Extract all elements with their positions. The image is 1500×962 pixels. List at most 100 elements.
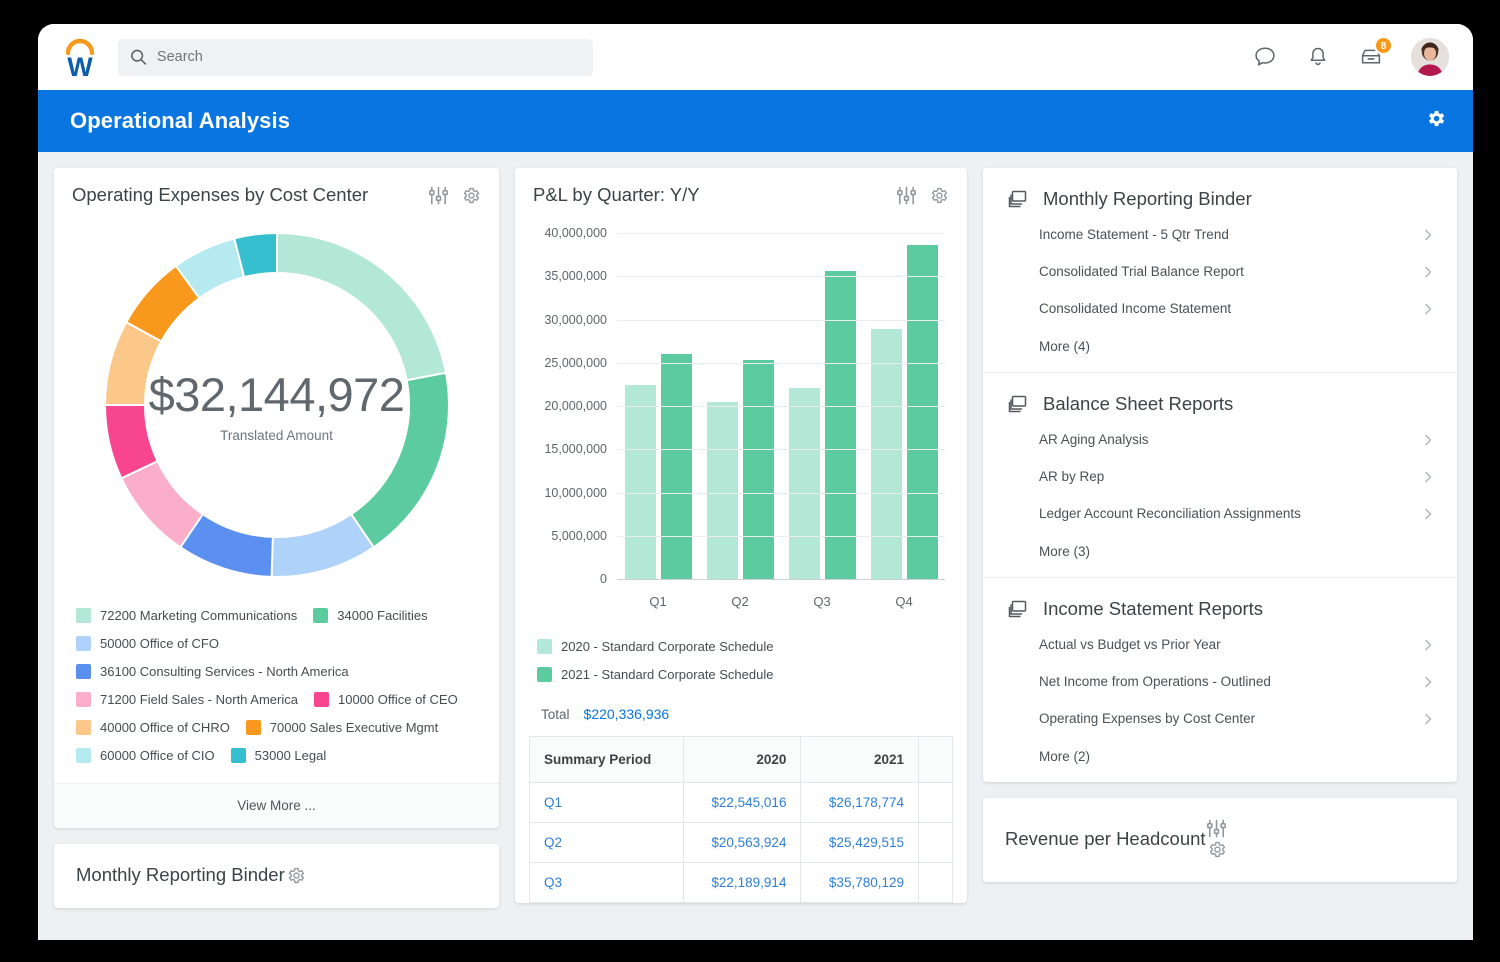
binder-item[interactable]: Consolidated Trial Balance Report [983, 253, 1457, 290]
y-axis-tick-label: 0 [600, 572, 607, 586]
legend-label: 40000 Office of CHRO [100, 720, 230, 735]
legend-swatch [313, 608, 328, 623]
binder-item[interactable]: Ledger Account Reconciliation Assignment… [983, 495, 1457, 532]
binder-section: Income Statement ReportsActual vs Budget… [983, 577, 1457, 782]
view-more-link[interactable]: View More ... [54, 783, 499, 828]
workday-logo[interactable]: W [58, 34, 102, 80]
legend-item[interactable]: 34000 Facilities [313, 608, 427, 623]
revenue-card-tools [1206, 818, 1227, 860]
bar[interactable] [907, 245, 938, 580]
binder-icon [1007, 598, 1029, 620]
bar[interactable] [825, 271, 856, 580]
binder-item[interactable]: Consolidated Income Statement [983, 290, 1457, 327]
bar[interactable] [707, 402, 738, 580]
binder-more-link[interactable]: More (4) [983, 327, 1457, 362]
summary-table-cell[interactable]: $25,429,515 [801, 823, 919, 863]
summary-table-cell[interactable]: Q2 [530, 823, 684, 863]
legend-item[interactable]: 2021 - Standard Corporate Schedule [537, 667, 773, 682]
legend-row: 2021 - Standard Corporate Schedule [537, 660, 967, 688]
report-binders-card: Monthly Reporting BinderIncome Statement… [983, 168, 1457, 782]
legend-item[interactable]: 60000 Office of CIO [76, 748, 215, 763]
page-settings-gear-icon[interactable] [1424, 107, 1447, 135]
donut-segment[interactable] [277, 233, 446, 380]
legend-item[interactable]: 2020 - Standard Corporate Schedule [537, 639, 773, 654]
legend-swatch [246, 720, 261, 735]
search-input[interactable] [157, 49, 581, 65]
sliders-icon[interactable] [896, 185, 917, 206]
legend-swatch [76, 636, 91, 651]
legend-item[interactable]: 70000 Sales Executive Mgmt [246, 720, 438, 735]
binder-item[interactable]: AR by Rep [983, 458, 1457, 495]
binder-item[interactable]: Operating Expenses by Cost Center [983, 700, 1457, 737]
summary-table-cell[interactable]: $22,189,914 [683, 863, 801, 903]
sliders-icon[interactable] [428, 185, 449, 206]
legend-label: 72200 Marketing Communications [100, 608, 297, 623]
legend-item[interactable]: 71200 Field Sales - North America [76, 692, 298, 707]
summary-table-wrap: Summary Period20202021 Q1$22,545,016$26,… [529, 736, 953, 903]
donut-chart: $32,144,972 Translated Amount [54, 212, 499, 597]
summary-table-body: Q1$22,545,016$26,178,774 Q2$20,563,924$25… [530, 783, 953, 903]
binder-more-link[interactable]: More (3) [983, 532, 1457, 567]
summary-table-cell[interactable]: $20,563,924 [683, 823, 801, 863]
right-column: Monthly Reporting BinderIncome Statement… [983, 168, 1457, 940]
left-column: Operating Expenses by Cost Center [54, 168, 499, 940]
table-row: Q3$22,189,914$35,780,129 [530, 863, 953, 903]
binder-section: Monthly Reporting BinderIncome Statement… [983, 168, 1457, 372]
legend-item[interactable]: 36100 Consulting Services - North Americ… [76, 664, 349, 679]
donut-segment[interactable] [351, 372, 449, 546]
donut-segment[interactable] [271, 514, 373, 577]
y-axis-tick-label: 20,000,000 [544, 399, 607, 413]
legend-label: 53000 Legal [255, 748, 327, 763]
legend-swatch [76, 748, 91, 763]
card-tools [428, 185, 481, 206]
chevron-right-icon [1421, 433, 1435, 447]
bar-group: Q3 [781, 234, 863, 580]
binder-more-link[interactable]: More (2) [983, 737, 1457, 772]
operating-expenses-title: Operating Expenses by Cost Center [72, 184, 368, 206]
donut-legend: 72200 Marketing Communications 34000 Faci… [54, 597, 499, 783]
summary-table-cell[interactable]: Q3 [530, 863, 684, 903]
bar[interactable] [789, 388, 820, 580]
legend-row: 71200 Field Sales - North America 10000 O… [76, 685, 479, 713]
binder-item[interactable]: Income Statement - 5 Qtr Trend [983, 216, 1457, 253]
bar-chart-legend: 2020 - Standard Corporate Schedule 2021 -… [515, 626, 967, 688]
gear-icon[interactable] [928, 185, 949, 206]
pl-card-header: P&L by Quarter: Y/Y [515, 168, 967, 212]
gear-icon[interactable] [460, 185, 481, 206]
legend-row: 2020 - Standard Corporate Schedule [537, 632, 967, 660]
bell-icon[interactable] [1305, 44, 1331, 70]
legend-swatch [231, 748, 246, 763]
sliders-icon[interactable] [1206, 818, 1227, 839]
bar[interactable] [625, 385, 656, 580]
chat-icon[interactable] [1252, 44, 1278, 70]
legend-row: 50000 Office of CFO [76, 629, 479, 657]
binder-item[interactable]: Actual vs Budget vs Prior Year [983, 626, 1457, 663]
summary-table-cell[interactable]: $22,545,016 [683, 783, 801, 823]
legend-label: 10000 Office of CEO [338, 692, 458, 707]
bar[interactable] [743, 360, 774, 580]
x-axis-tick-label: Q1 [617, 594, 699, 609]
summary-table-cell[interactable]: $35,780,129 [801, 863, 919, 903]
legend-label: 71200 Field Sales - North America [100, 692, 298, 707]
binder-item[interactable]: AR Aging Analysis [983, 421, 1457, 458]
binder-section-header: Balance Sheet Reports [983, 387, 1457, 421]
avatar[interactable] [1411, 38, 1449, 76]
binder-item-label: Consolidated Income Statement [1039, 301, 1231, 316]
binder-item[interactable]: Net Income from Operations - Outlined [983, 663, 1457, 700]
legend-item[interactable]: 10000 Office of CEO [314, 692, 458, 707]
gear-icon[interactable] [1206, 839, 1227, 860]
legend-item[interactable]: 72200 Marketing Communications [76, 608, 297, 623]
bar[interactable] [661, 354, 692, 580]
legend-item[interactable]: 50000 Office of CFO [76, 636, 219, 651]
summary-table-cell[interactable]: Q1 [530, 783, 684, 823]
pl-total-value[interactable]: $220,336,936 [584, 706, 670, 722]
gear-icon[interactable] [285, 865, 306, 886]
legend-item[interactable]: 40000 Office of CHRO [76, 720, 230, 735]
summary-table-cell[interactable]: $26,178,774 [801, 783, 919, 823]
legend-item[interactable]: 53000 Legal [231, 748, 327, 763]
bar-group: Q2 [699, 234, 781, 580]
inbox-icon[interactable]: 8 [1358, 44, 1384, 70]
search-box[interactable] [118, 39, 593, 76]
binder-item-label: Income Statement - 5 Qtr Trend [1039, 227, 1229, 242]
bar[interactable] [871, 329, 902, 580]
